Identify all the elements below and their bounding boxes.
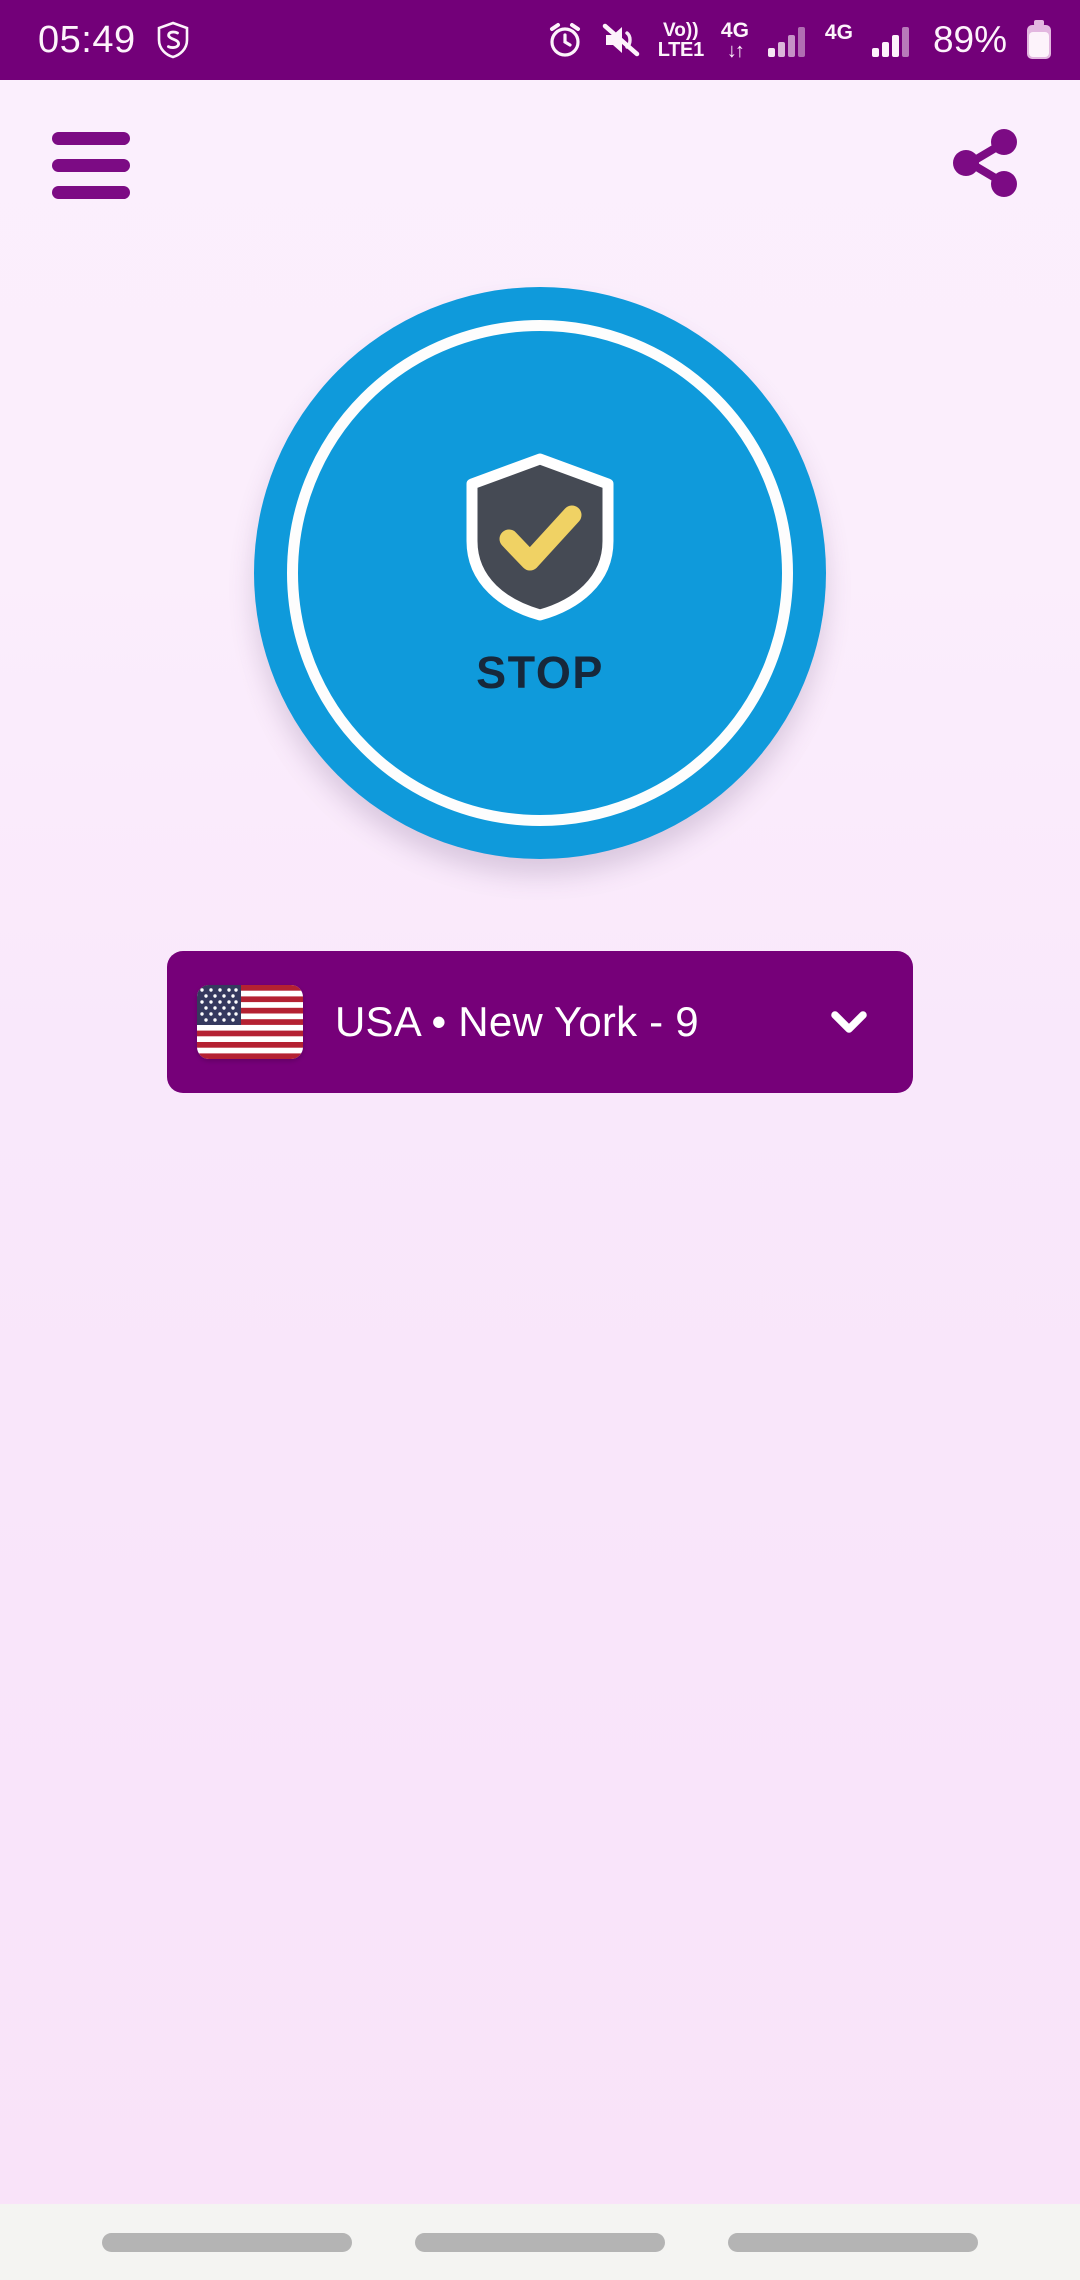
hamburger-icon-bar-3 xyxy=(52,185,130,199)
chevron-down-icon[interactable] xyxy=(821,994,877,1050)
recents-button[interactable] xyxy=(101,2232,352,2252)
connection-state-label: STOP xyxy=(476,647,604,698)
status-time: 05:49 xyxy=(38,19,136,61)
server-name-label: USA • New York - 9 xyxy=(335,998,699,1045)
vpn-connect-button[interactable]: STOP xyxy=(254,287,826,859)
share-button[interactable] xyxy=(942,122,1028,208)
signal-bars-sim2-icon xyxy=(870,22,912,58)
system-navigation-bar xyxy=(0,2204,1080,2280)
menu-button[interactable] xyxy=(52,128,136,202)
back-button[interactable] xyxy=(728,2232,979,2252)
mute-icon xyxy=(601,22,641,58)
share-icon xyxy=(944,122,1026,209)
battery-percent-label: 89% xyxy=(932,19,1007,60)
power-button-area: STOP xyxy=(0,287,1080,859)
shield-check-icon xyxy=(462,453,618,621)
mobile-data-4g-icon: 4G ↓↑ xyxy=(720,18,749,62)
network-label-4g-sim2: 4G xyxy=(824,21,853,44)
hamburger-icon-bar-1 xyxy=(52,131,130,145)
security-shield-icon xyxy=(156,21,190,59)
server-selector-area: USA • New York - 9 xyxy=(0,951,1080,1093)
app-header xyxy=(0,80,1080,250)
power-button-content: STOP xyxy=(462,453,618,699)
status-bar-left: 05:49 xyxy=(38,21,190,59)
phone-screen: 05:49 Vo)) LTE1 4G ↓↑ 4G 89% STOP USA • … xyxy=(0,0,1080,2280)
battery-icon xyxy=(1024,19,1054,61)
status-bar-right: Vo)) LTE1 4G ↓↑ 4G 89% xyxy=(546,19,1054,61)
home-button[interactable] xyxy=(414,2232,665,2252)
alarm-icon xyxy=(546,21,584,59)
app-content: STOP USA • New York - 9 xyxy=(0,80,1080,2204)
hamburger-icon-bar-2 xyxy=(52,158,130,172)
signal-bars-sim1-icon xyxy=(766,22,808,58)
server-selector[interactable]: USA • New York - 9 xyxy=(167,951,913,1093)
status-bar: 05:49 Vo)) LTE1 4G ↓↑ 4G 89% xyxy=(0,0,1080,80)
us-flag-icon xyxy=(197,985,303,1059)
volte-icon: Vo)) LTE1 xyxy=(657,19,705,61)
